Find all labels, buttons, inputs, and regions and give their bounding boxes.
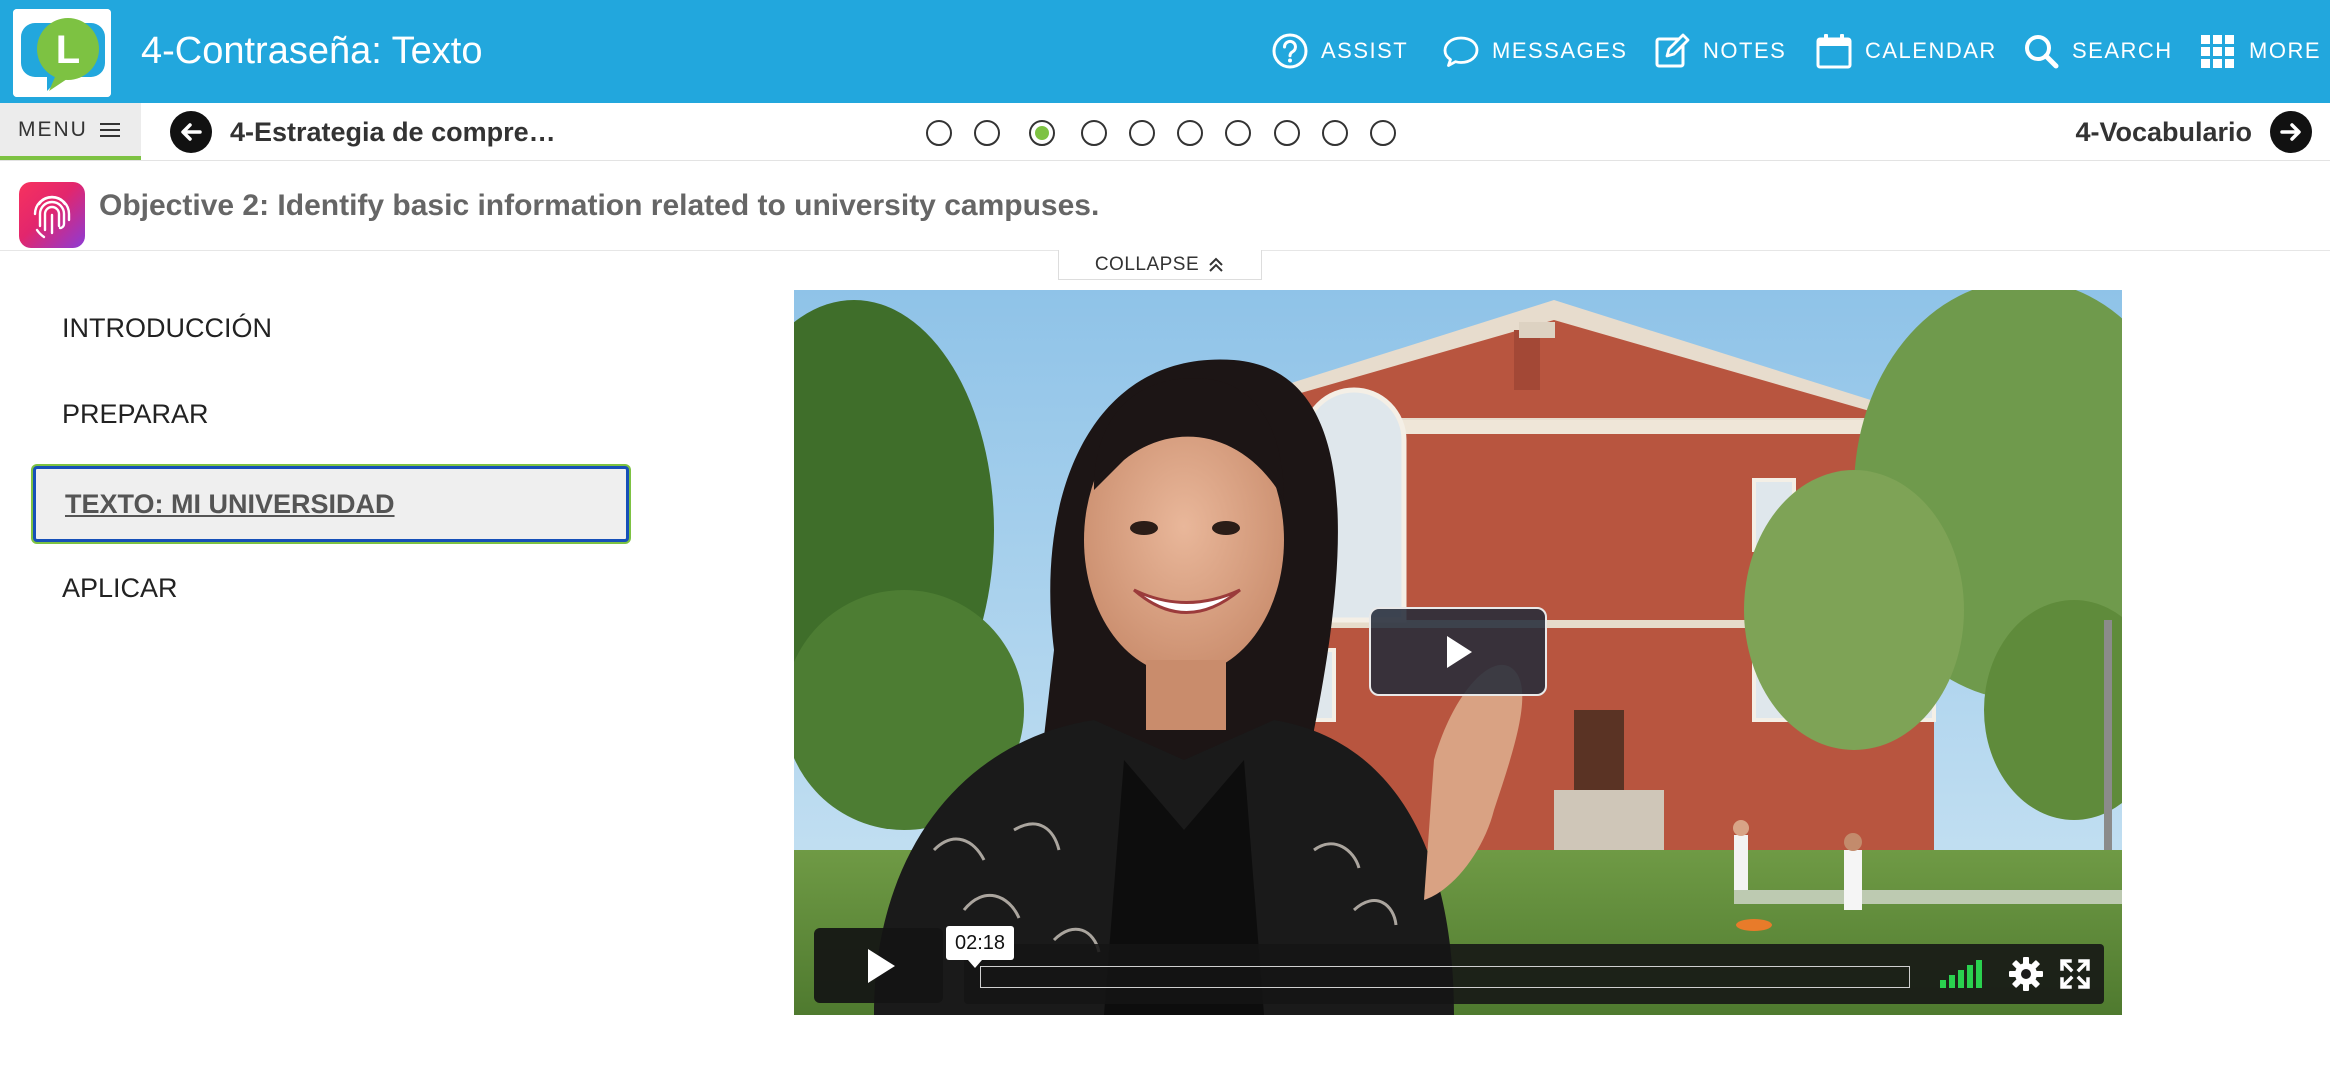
volume-level-bar	[1976, 960, 1982, 988]
top-header: L 4-Contraseña: Texto ASSIST MESSAGES NO…	[0, 0, 2330, 103]
note-edit-icon	[1655, 33, 1690, 68]
volume-level-bar	[1958, 970, 1964, 988]
collapse-button[interactable]: COLLAPSE	[1058, 250, 1262, 280]
previous-lesson-link[interactable]: 4-Estrategia de compre…	[170, 111, 556, 153]
svg-text:L: L	[56, 28, 80, 72]
double-chevron-up-icon	[1209, 257, 1223, 272]
nav-search[interactable]: SEARCH	[2022, 28, 2173, 74]
time-tooltip: 02:18	[946, 926, 1015, 968]
nav-more[interactable]: MORE	[2199, 28, 2321, 74]
page-dot-5[interactable]	[1129, 120, 1155, 146]
calendar-icon	[1816, 34, 1852, 69]
nav-assist-label: ASSIST	[1321, 38, 1409, 63]
sidebar-item-aplicar[interactable]: APLICAR	[33, 550, 629, 626]
nav-more-label: MORE	[2249, 38, 2321, 63]
search-icon	[2025, 35, 2059, 69]
objective-text: Objective 2: Identify basic information …	[99, 189, 1100, 222]
nav-search-label: SEARCH	[2072, 38, 2173, 63]
collapse-label: COLLAPSE	[1094, 253, 1200, 275]
control-play-button[interactable]	[814, 928, 943, 1003]
nav-assist[interactable]: ASSIST	[1271, 28, 1408, 74]
page-dot-2[interactable]	[974, 120, 1000, 146]
arrow-left-icon	[170, 111, 212, 153]
nav-messages[interactable]: MESSAGES	[1442, 28, 1627, 74]
volume-level-bar	[1940, 980, 1946, 988]
sidebar-item-introduccion[interactable]: INTRODUCCIÓN	[33, 290, 629, 366]
video-player[interactable]: 02:18	[794, 290, 2122, 1015]
app-logo[interactable]: L	[13, 9, 111, 97]
volume-level-bar	[1967, 965, 1973, 988]
app-root: L 4-Contraseña: Texto ASSIST MESSAGES NO…	[0, 0, 2330, 1085]
next-lesson-link[interactable]: 4-Vocabulario	[2075, 111, 2312, 153]
objective-banner: Objective 2: Identify basic information …	[0, 161, 2330, 251]
page-dot-10[interactable]	[1370, 120, 1396, 146]
progress-bar[interactable]	[980, 966, 1910, 988]
page-dot-1[interactable]	[926, 120, 952, 146]
page-dot-7[interactable]	[1225, 120, 1251, 146]
big-play-button[interactable]	[1369, 607, 1547, 696]
menu-button-label: MENU	[18, 117, 88, 141]
help-circle-icon	[1272, 33, 1308, 69]
nav-calendar[interactable]: CALENDAR	[1815, 28, 1997, 74]
play-icon	[1447, 635, 1472, 668]
next-lesson-label: 4-Vocabulario	[2075, 116, 2252, 147]
arrow-right-icon	[2270, 111, 2312, 153]
sidebar-item-label: INTRODUCCIÓN	[62, 312, 272, 343]
sidebar-item-label: APLICAR	[62, 572, 178, 603]
fingerprint-icon	[19, 182, 85, 248]
video-controls-bar	[964, 944, 2104, 1004]
sidebar-item-texto-mi-universidad[interactable]: TEXTO: MI UNIVERSIDAD	[33, 466, 629, 542]
sidebar-item-preparar[interactable]: PREPARAR	[33, 376, 629, 452]
settings-gear-icon[interactable]	[2008, 956, 2044, 992]
page-dot-8[interactable]	[1274, 120, 1300, 146]
sidebar-item-label: PREPARAR	[62, 398, 209, 429]
volume-level-bar	[1949, 975, 1955, 988]
page-title: 4-Contraseña: Texto	[141, 30, 483, 72]
menu-button[interactable]: MENU	[0, 103, 141, 160]
page-dot-3[interactable]	[1029, 120, 1055, 146]
chat-bubble-icon	[1443, 36, 1479, 67]
nav-messages-label: MESSAGES	[1492, 38, 1628, 63]
nav-notes-label: NOTES	[1703, 38, 1787, 63]
previous-lesson-label: 4-Estrategia de compre…	[230, 116, 556, 147]
fullscreen-icon[interactable]	[2059, 958, 2091, 990]
logo-chat-bubbles-icon: L	[13, 9, 111, 97]
page-dot-6[interactable]	[1177, 120, 1203, 146]
volume-icon[interactable]	[1940, 960, 1988, 988]
nav-notes[interactable]: NOTES	[1653, 28, 1786, 74]
sidebar-item-label: TEXTO: MI UNIVERSIDAD	[65, 488, 395, 519]
play-icon	[867, 948, 895, 983]
hamburger-icon	[99, 122, 120, 137]
page-dot-4[interactable]	[1081, 120, 1107, 146]
nav-calendar-label: CALENDAR	[1865, 38, 1997, 63]
lesson-navigation-bar: MENU 4-Estrategia de compre… 4-Vocabular…	[0, 103, 2330, 161]
grid-icon	[2201, 35, 2234, 68]
page-dot-9[interactable]	[1322, 120, 1348, 146]
